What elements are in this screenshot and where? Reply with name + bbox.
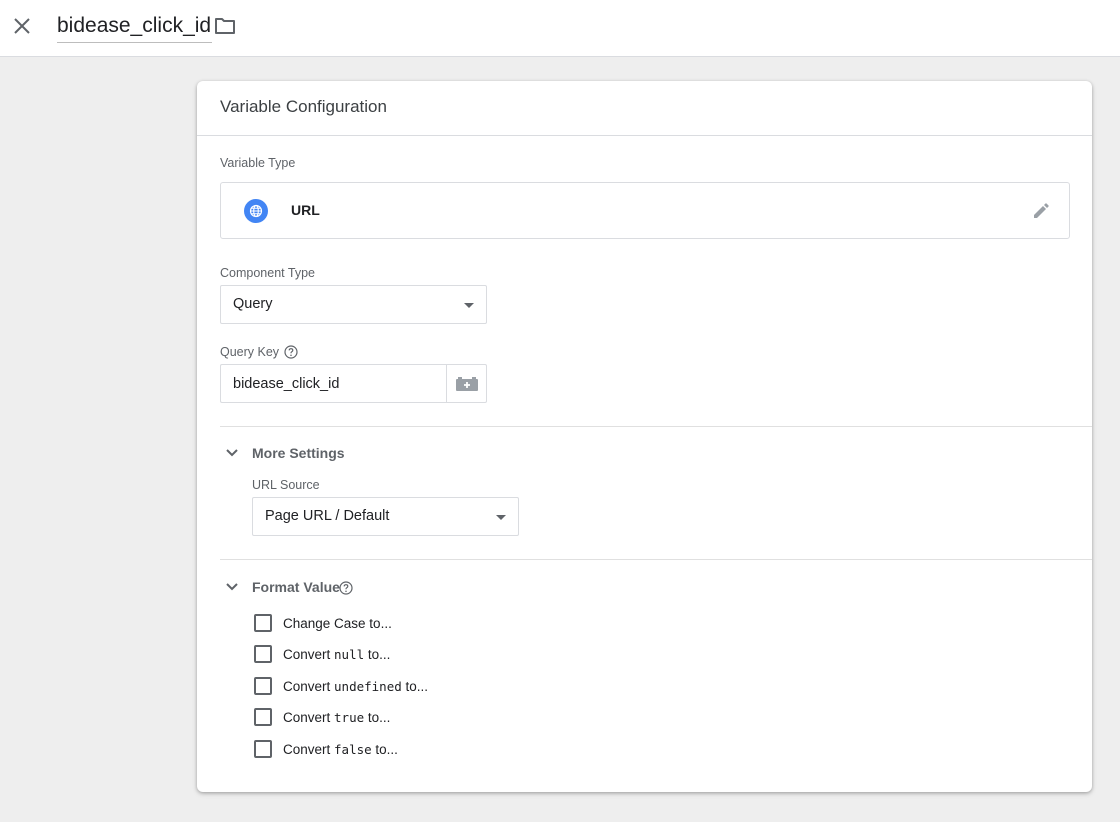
card-title: Variable Configuration: [220, 97, 387, 116]
format-option-convert-undefined[interactable]: Convert undefined to...: [254, 676, 428, 696]
variable-type-label: Variable Type: [220, 156, 296, 170]
checkbox-label: Convert true to...: [283, 709, 391, 725]
url-source-value: Page URL / Default: [265, 508, 390, 524]
chevron-down-icon: [220, 441, 244, 465]
format-option-convert-null[interactable]: Convert null to...: [254, 644, 390, 664]
url-source-select[interactable]: Page URL / Default: [252, 497, 519, 536]
checkbox-label: Convert false to...: [283, 741, 398, 757]
edit-variable-type-button[interactable]: [1029, 199, 1053, 223]
format-option-change-case[interactable]: Change Case to...: [254, 613, 392, 633]
format-value-title: Format Value: [252, 579, 340, 595]
checkbox[interactable]: [254, 645, 272, 663]
help-icon[interactable]: [284, 345, 298, 359]
dropdown-caret-icon: [496, 515, 506, 520]
insert-variable-icon: [455, 376, 478, 391]
format-option-convert-false[interactable]: Convert false to...: [254, 739, 398, 759]
pencil-icon: [1034, 203, 1049, 218]
section-divider: [220, 426, 1092, 427]
insert-variable-button[interactable]: [446, 364, 487, 403]
top-bar: bidease_click_id: [0, 0, 1120, 57]
component-type-select[interactable]: Query: [220, 285, 487, 324]
close-button[interactable]: [8, 12, 36, 40]
component-type-label: Component Type: [220, 266, 315, 280]
query-key-input[interactable]: [220, 364, 447, 403]
checkbox[interactable]: [254, 614, 272, 632]
chevron-down-icon: [220, 575, 244, 599]
component-type-value: Query: [233, 296, 273, 312]
url-source-label: URL Source: [252, 478, 320, 492]
variable-configuration-card: Variable Configuration Variable Type URL…: [197, 81, 1092, 792]
globe-icon: [244, 199, 268, 223]
folder-icon: [215, 18, 235, 34]
checkbox-label: Convert undefined to...: [283, 678, 429, 694]
card-divider: [197, 135, 1092, 136]
variable-type-name: URL: [291, 202, 320, 218]
checkbox[interactable]: [254, 708, 272, 726]
checkbox[interactable]: [254, 677, 272, 695]
variable-name-field[interactable]: bidease_click_id: [57, 13, 213, 43]
folder-button[interactable]: [212, 14, 238, 38]
format-option-convert-true[interactable]: Convert true to...: [254, 707, 390, 727]
checkbox-label: Convert null to...: [283, 646, 391, 662]
help-icon[interactable]: [339, 581, 353, 595]
query-key-label: Query Key: [220, 345, 280, 359]
checkbox[interactable]: [254, 740, 272, 758]
section-divider: [220, 559, 1092, 560]
checkbox-label: Change Case to...: [283, 615, 392, 631]
dropdown-caret-icon: [464, 303, 474, 308]
format-value-toggle[interactable]: Format Value: [220, 575, 340, 599]
more-settings-title: More Settings: [252, 445, 345, 461]
variable-type-selector[interactable]: URL: [220, 182, 1070, 239]
more-settings-toggle[interactable]: More Settings: [220, 441, 345, 465]
close-icon: [14, 18, 30, 34]
